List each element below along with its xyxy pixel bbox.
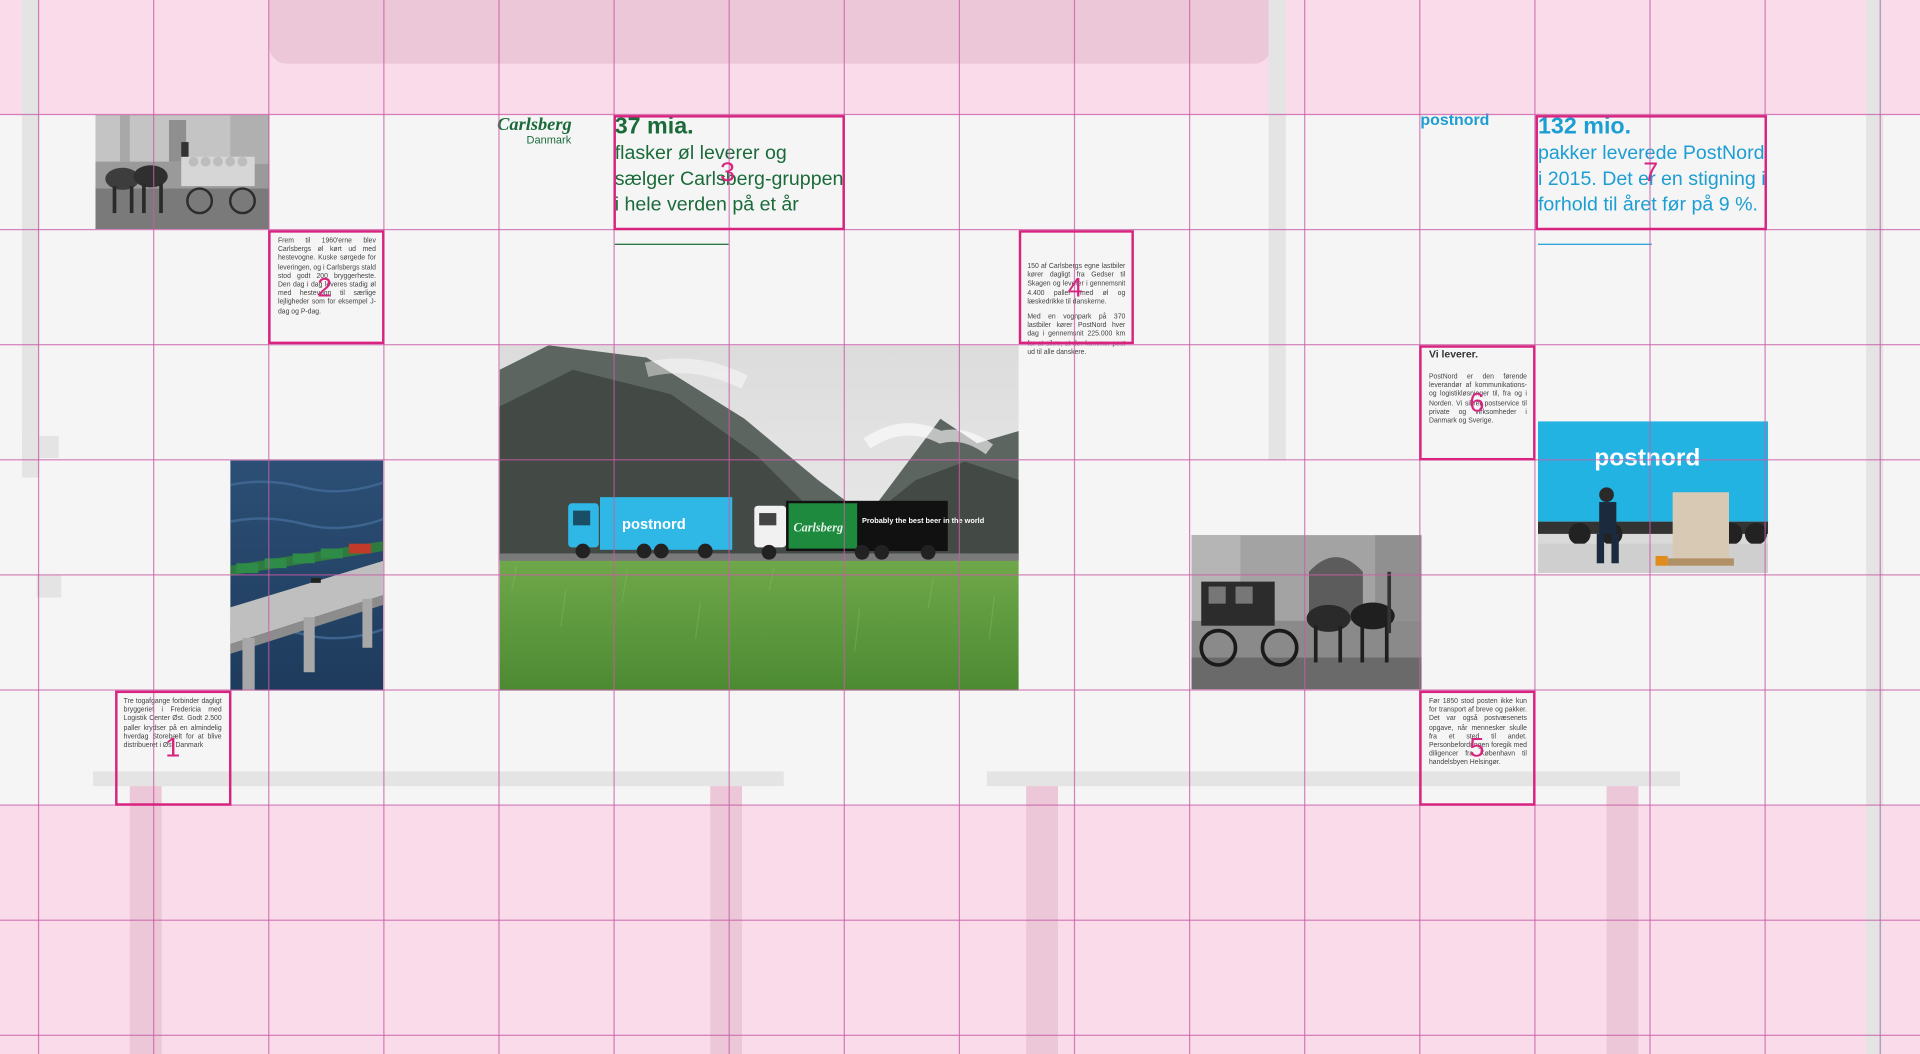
grid-line-v [153,0,155,1054]
grid-line-h [0,689,1920,691]
grid-line-v [1419,0,1421,1054]
grid-line-h [0,1034,1920,1036]
grid-line-v [1304,0,1306,1054]
photo-trucks-mountains: postnord Carlsberg Probably the best bee… [499,345,1019,691]
postnord-truck-logo: postnord [622,517,686,533]
grid-line-v [1188,0,1191,1054]
grid-line-h [0,574,1920,576]
carlsberg-trailer-slogan: Probably the best beer in the world [862,516,984,525]
trucks-mountain-illustration: postnord Carlsberg Probably the best bee… [499,345,1019,691]
grid-line-v [37,0,40,1054]
marker-4: 4 [1067,271,1083,303]
grid-line-h [0,919,1920,921]
photo-postnord-trailer: postnord [1537,421,1769,574]
carlsberg-rule [614,243,729,245]
table-leg-silhouette [36,575,62,598]
grid-line-v [268,0,270,1054]
marker-6: 6 [1469,386,1485,418]
table-top-silhouette [269,0,1272,64]
grid-line-v [498,0,500,1054]
carlsberg-logo-sub: Danmark [526,133,572,146]
table-leg-silhouette [22,0,40,478]
grid-line-h [0,804,1920,806]
grid-line-v [958,0,961,1054]
carriage-illustration [1191,535,1422,690]
carlsberg-logo: Carlsberg Danmark [497,115,583,152]
carlsberg-truck-cab [754,505,787,548]
moodboard-canvas: Carlsberg Danmark 37 mia. flasker øl lev… [0,0,1920,1054]
horse-wagon-illustration [95,115,270,229]
postnord-truck-cab [568,503,599,548]
table-leg-silhouette [22,435,59,458]
marker-3: 3 [720,156,736,188]
photo-historic-carriage [1191,535,1422,690]
photo-horse-beer-wagon [95,115,270,229]
grid-line-v [383,0,385,1054]
postnord-trailer-logo: postnord [1594,444,1700,471]
marker-1: 1 [165,732,181,763]
carlsberg-logo-text: Carlsberg [497,115,572,135]
marker-2: 2 [317,271,333,303]
grid-line-h [0,344,1920,346]
carlsberg-trailer-logo: Carlsberg [793,520,843,534]
grid-line-v [1073,0,1076,1054]
grid-line-h [0,459,1920,461]
marker-5: 5 [1469,732,1485,763]
grid-line-v [1879,0,1881,1054]
table-top-silhouette [986,771,1681,787]
postnord-trailer-illustration: postnord [1537,421,1769,574]
postnord-rule [1537,243,1652,245]
marker-7: 7 [1643,156,1659,188]
